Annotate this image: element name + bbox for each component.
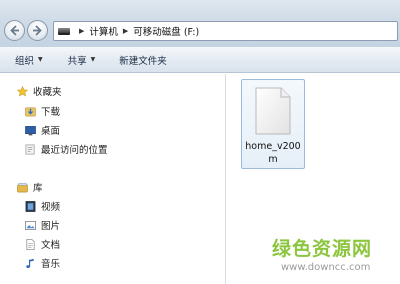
sidebar-libraries-header[interactable]: 库	[17, 180, 43, 194]
documents-library-icon	[26, 238, 35, 250]
sidebar-item-music[interactable]: 音乐	[25, 256, 60, 270]
star-icon	[17, 85, 28, 96]
file-item[interactable]: home_v200m	[241, 79, 305, 169]
video-library-icon	[25, 200, 36, 212]
navigation-pane: 收藏夹 下载 桌面 最近访问的位置 库 视频 图片 文档 音乐	[0, 74, 226, 284]
pictures-library-icon	[25, 220, 36, 230]
title-bar: ▶ 计算机 ▶ 可移动磁盘 (F:)	[0, 0, 400, 47]
removable-drive-icon	[58, 27, 70, 35]
address-bar[interactable]: ▶ 计算机 ▶ 可移动磁盘 (F:)	[53, 21, 398, 41]
new-folder-button[interactable]: 新建文件夹	[119, 53, 167, 67]
sidebar-item-label: 最近访问的位置	[41, 145, 108, 156]
sidebar-item-recent-places[interactable]: 最近访问的位置	[25, 142, 108, 156]
share-menu-button[interactable]: 共享 ▼	[68, 53, 96, 67]
sidebar-item-label: 图片	[41, 221, 61, 232]
sidebar-item-label: 下载	[41, 107, 61, 118]
arrow-right-icon	[33, 25, 42, 36]
share-label: 共享	[67, 55, 87, 67]
sidebar-item-pictures[interactable]: 图片	[25, 218, 60, 232]
music-library-icon	[26, 258, 34, 268]
sidebar-item-label: 音乐	[41, 259, 61, 270]
breadcrumb-separator-icon[interactable]: ▶	[79, 27, 84, 35]
sidebar-item-label: 桌面	[41, 126, 61, 137]
download-folder-icon	[25, 107, 36, 116]
sidebar-item-downloads[interactable]: 下载	[25, 104, 60, 118]
sidebar-libraries-label: 库	[33, 183, 43, 194]
breadcrumb-computer[interactable]: 计算机	[89, 24, 118, 38]
organize-menu-button[interactable]: 组织 ▼	[15, 53, 43, 67]
sidebar-item-documents[interactable]: 文档	[25, 237, 60, 251]
sidebar-item-label: 文档	[41, 240, 61, 251]
back-button[interactable]	[4, 20, 25, 41]
new-folder-label: 新建文件夹	[119, 55, 167, 67]
watermark-url: www.downcc.com	[281, 262, 371, 273]
library-icon	[17, 182, 28, 192]
breadcrumb-drive[interactable]: 可移动磁盘 (F:)	[133, 24, 199, 38]
command-bar: 组织 ▼ 共享 ▼ 新建文件夹	[0, 47, 400, 73]
forward-button[interactable]	[27, 20, 48, 41]
sidebar-favorites-label: 收藏夹	[33, 87, 62, 98]
sidebar-item-label: 视频	[41, 202, 61, 213]
breadcrumb-separator-icon[interactable]: ▶	[123, 27, 128, 35]
watermark-title: 绿色资源网	[272, 238, 373, 260]
organize-label: 组织	[15, 55, 35, 67]
sidebar-item-desktop[interactable]: 桌面	[25, 123, 60, 137]
sidebar-favorites-header[interactable]: 收藏夹	[17, 84, 62, 98]
chevron-down-icon: ▼	[90, 56, 96, 63]
sidebar-item-videos[interactable]: 视频	[25, 199, 60, 213]
recent-places-icon	[25, 144, 35, 154]
desktop-icon	[25, 125, 36, 135]
file-name: home_v200m	[245, 141, 301, 165]
arrow-left-icon	[10, 25, 19, 36]
generic-file-icon	[255, 87, 291, 135]
chevron-down-icon: ▼	[38, 56, 43, 63]
